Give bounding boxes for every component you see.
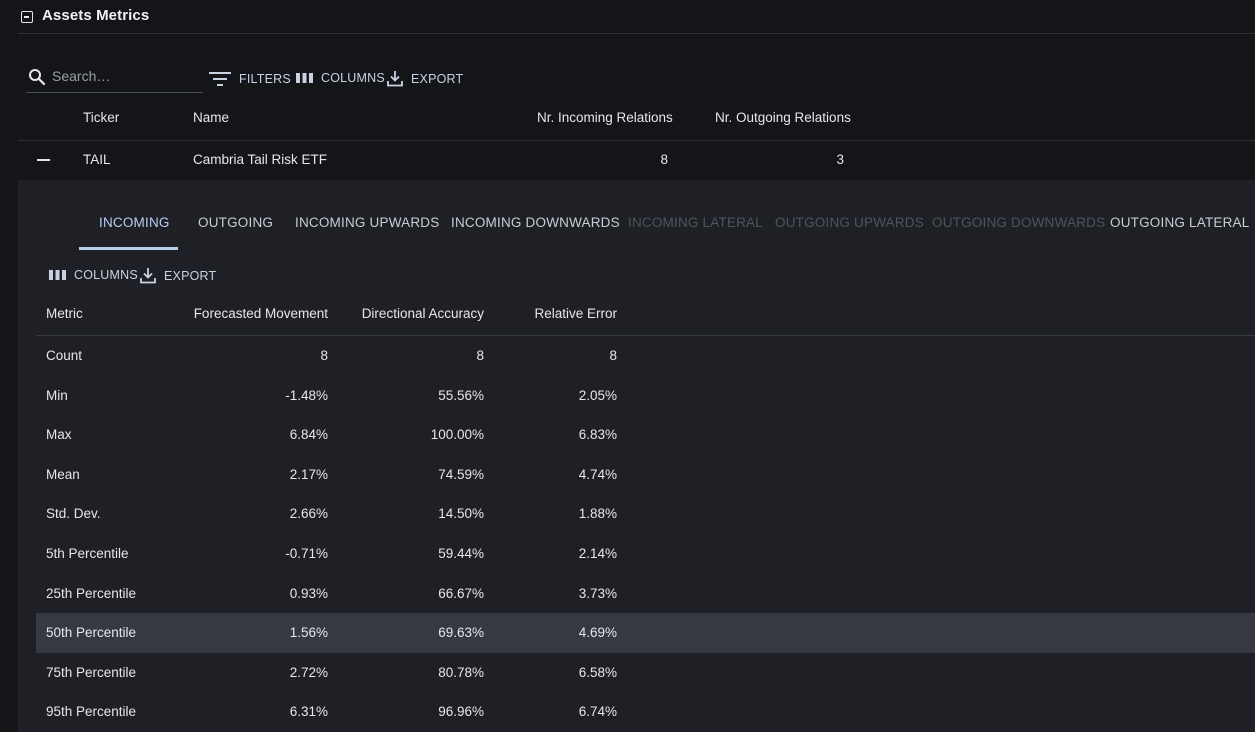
filters-button[interactable]: FILTERS [209, 71, 291, 87]
divider [18, 33, 1255, 34]
cell-error: 8 [609, 348, 617, 363]
columns-icon [49, 270, 66, 280]
cell-name: Cambria Tail Risk ETF [193, 152, 328, 167]
export-button[interactable]: EXPORT [387, 70, 463, 87]
cell-metric: Std. Dev. [46, 506, 101, 521]
cell-forecasted: -1.48% [285, 388, 328, 403]
search-underline [26, 92, 203, 93]
cell-forecasted: -0.71% [285, 546, 328, 561]
tab-incoming-lateral: INCOMING LATERAL [628, 215, 763, 230]
cell-forecasted: 1.56% [289, 625, 328, 640]
cell-forecasted: 6.84% [289, 427, 328, 442]
column-header-ticker[interactable]: Ticker [83, 110, 119, 125]
row-highlight [36, 613, 1255, 653]
download-icon [387, 71, 403, 87]
cell-error: 6.83% [578, 427, 617, 442]
section-title: Assets Metrics [42, 7, 150, 24]
tab-incoming-upwards[interactable]: INCOMING UPWARDS [295, 215, 439, 230]
column-header-error[interactable]: Relative Error [457, 306, 617, 321]
cell-error: 2.05% [578, 388, 617, 403]
cell-accuracy: 74.59% [438, 467, 484, 482]
collapse-row-icon[interactable] [37, 159, 50, 161]
cell-metric: 50th Percentile [46, 625, 137, 640]
column-header-outgoing[interactable]: Nr. Outgoing Relations [715, 110, 851, 125]
active-tab-indicator [79, 247, 178, 250]
tab-outgoing-downwards: OUTGOING DOWNWARDS [932, 215, 1106, 230]
cell-accuracy: 66.67% [438, 586, 484, 601]
cell-accuracy: 80.78% [438, 665, 484, 680]
cell-forecasted: 6.31% [289, 704, 328, 719]
cell-forecasted: 8 [320, 348, 328, 363]
cell-error: 4.74% [578, 467, 617, 482]
divider [36, 335, 1255, 336]
cell-outgoing: 3 [836, 152, 844, 167]
detail-columns-button[interactable]: COLUMNS [49, 268, 138, 282]
cell-error: 3.73% [578, 586, 617, 601]
cell-error: 4.69% [578, 625, 617, 640]
tab-outgoing-upwards: OUTGOING UPWARDS [775, 215, 924, 230]
export-label: EXPORT [164, 268, 217, 283]
columns-button[interactable]: COLUMNS [296, 71, 385, 85]
tab-incoming-downwards[interactable]: INCOMING DOWNWARDS [451, 215, 620, 230]
cell-metric: Mean [46, 467, 80, 482]
cell-forecasted: 2.17% [289, 467, 328, 482]
filter-icon [209, 72, 231, 86]
filters-label: FILTERS [239, 72, 291, 86]
cell-ticker: TAIL [83, 152, 111, 167]
cell-accuracy: 14.50% [438, 506, 484, 521]
cell-error: 2.14% [578, 546, 617, 561]
column-header-forecasted[interactable]: Forecasted Movement [168, 306, 328, 321]
minus-square-icon[interactable] [21, 11, 33, 23]
column-header-incoming[interactable]: Nr. Incoming Relations [537, 110, 673, 125]
section-header: Assets Metrics [0, 0, 1255, 34]
cell-metric: 25th Percentile [46, 586, 137, 601]
cell-forecasted: 2.66% [289, 506, 328, 521]
cell-accuracy: 59.44% [438, 546, 484, 561]
cell-metric: Min [46, 388, 68, 403]
divider [18, 140, 1255, 141]
cell-forecasted: 0.93% [289, 586, 328, 601]
cell-accuracy: 55.56% [438, 388, 484, 403]
export-label: EXPORT [411, 71, 464, 86]
cell-accuracy: 100.00% [430, 427, 484, 442]
tab-outgoing-lateral[interactable]: OUTGOING LATERAL [1110, 215, 1249, 230]
cell-accuracy: 69.63% [438, 625, 484, 640]
cell-metric: Max [46, 427, 72, 442]
cell-forecasted: 2.72% [289, 665, 328, 680]
tab-incoming[interactable]: INCOMING [99, 215, 170, 230]
columns-icon [296, 73, 313, 83]
tab-outgoing[interactable]: OUTGOING [198, 215, 273, 230]
cell-accuracy: 96.96% [438, 704, 484, 719]
column-header-metric[interactable]: Metric [46, 306, 83, 321]
column-header-name[interactable]: Name [193, 110, 229, 125]
cell-error: 6.74% [578, 704, 617, 719]
columns-label: COLUMNS [321, 71, 385, 85]
cell-metric: 95th Percentile [46, 704, 137, 719]
cell-incoming: 8 [660, 152, 668, 167]
cell-error: 1.88% [578, 506, 617, 521]
search-input[interactable] [52, 66, 200, 86]
cell-accuracy: 8 [476, 348, 484, 363]
cell-error: 6.58% [578, 665, 617, 680]
detail-export-button[interactable]: EXPORT [140, 267, 216, 284]
cell-metric: 5th Percentile [46, 546, 129, 561]
cell-metric: Count [46, 348, 83, 363]
cell-metric: 75th Percentile [46, 665, 137, 680]
download-icon [140, 268, 156, 284]
search-icon [29, 69, 46, 86]
columns-label: COLUMNS [74, 268, 138, 282]
